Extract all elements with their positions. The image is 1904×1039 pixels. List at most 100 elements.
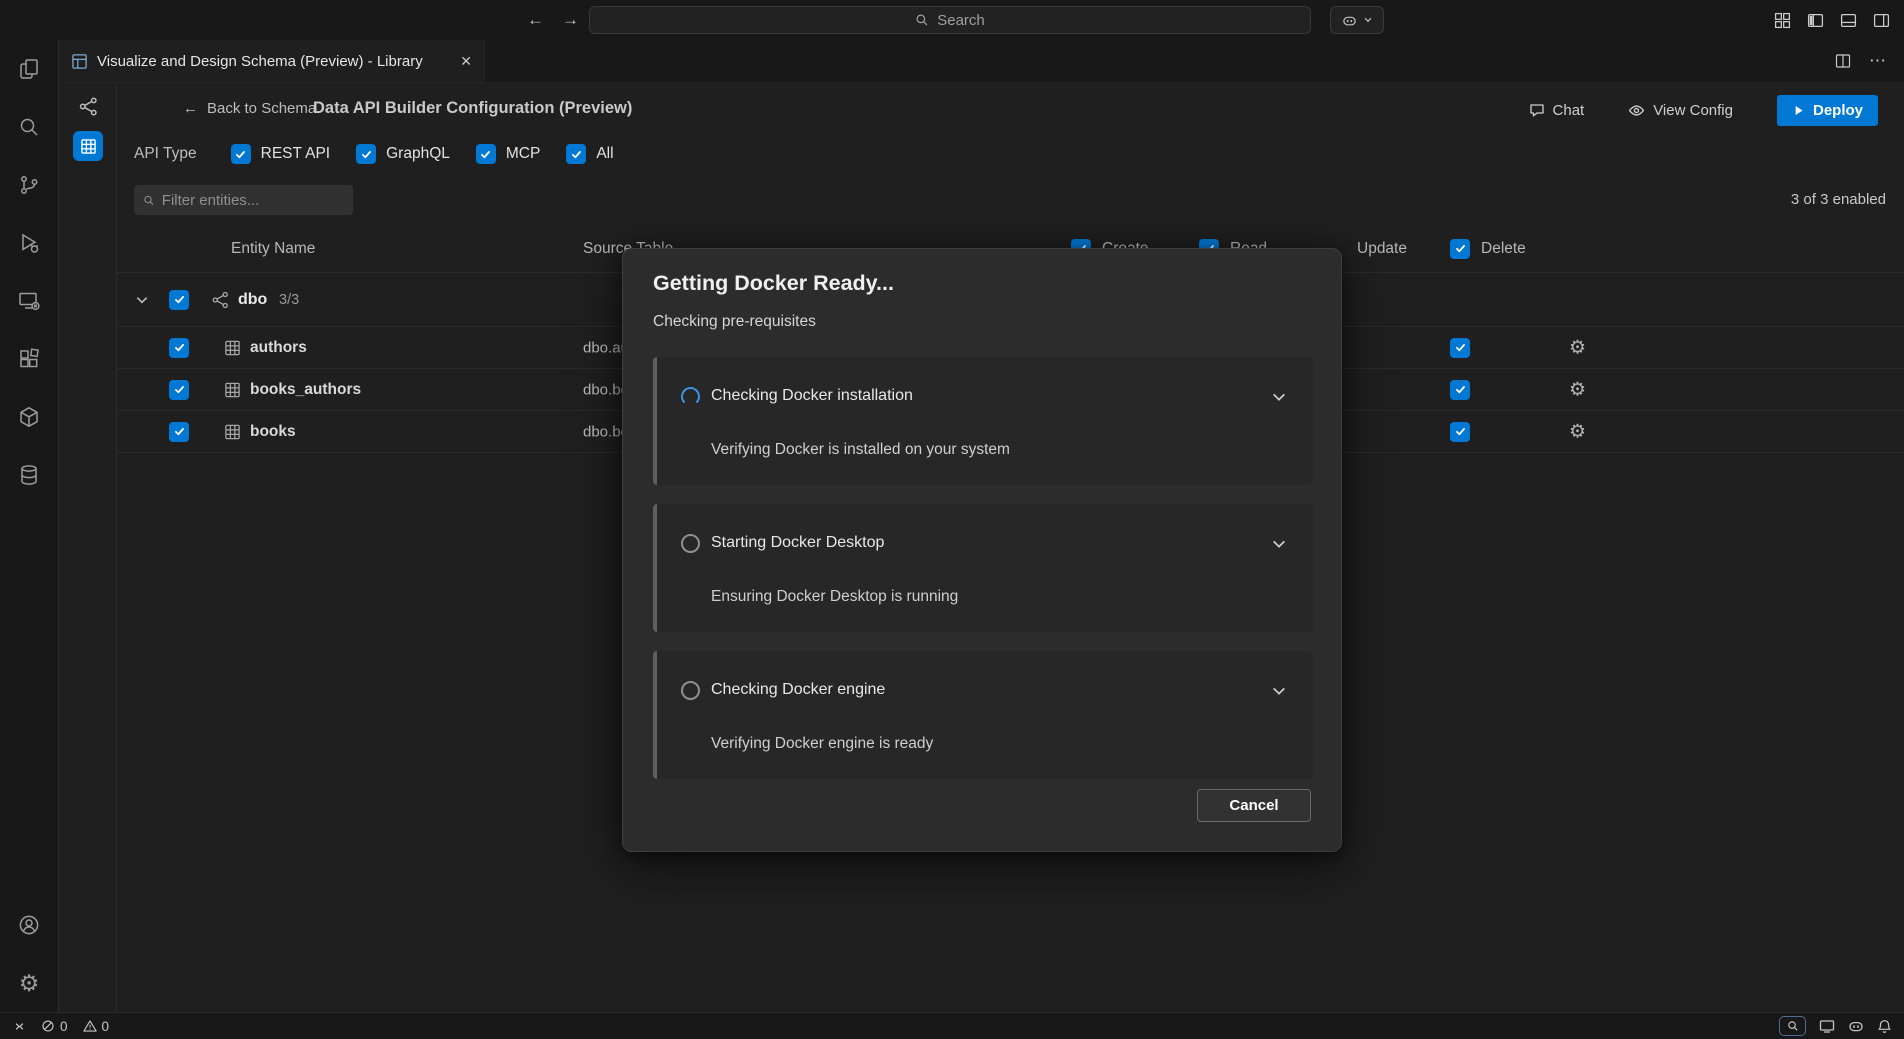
docker-step-desktop: Starting Docker Desktop Ensuring Docker … — [653, 504, 1313, 632]
back-to-schema-button[interactable]: ← Back to Schema — [183, 100, 316, 117]
account-icon — [17, 913, 41, 937]
api-option-all: All — [566, 144, 613, 164]
database-icon — [17, 463, 41, 487]
step-title: Checking Docker installation — [711, 387, 913, 405]
row-settings-gear-icon[interactable]: ⚙ — [1569, 422, 1586, 441]
activity-item-remote-explorer[interactable] — [0, 272, 58, 330]
chevron-down-icon[interactable] — [1271, 536, 1287, 552]
cancel-button[interactable]: Cancel — [1197, 789, 1311, 822]
column-entity-name: Entity Name — [231, 240, 315, 258]
mcp-checkbox[interactable] — [476, 144, 496, 164]
design-schema-tab-icon — [71, 53, 88, 70]
problems-status[interactable]: 0 0 — [41, 1019, 109, 1034]
close-icon[interactable]: ✕ — [460, 53, 472, 70]
customize-layout-icon[interactable] — [1774, 12, 1791, 29]
split-editor-icon[interactable] — [1835, 53, 1851, 69]
activity-item-run-debug[interactable] — [0, 214, 58, 272]
copilot-menu-button[interactable] — [1330, 6, 1384, 34]
view-switcher-strip — [59, 83, 117, 1012]
back-label: Back to Schema — [207, 100, 316, 117]
deploy-button[interactable]: Deploy — [1777, 95, 1878, 126]
group-checkbox[interactable] — [169, 290, 189, 310]
search-icon — [17, 115, 41, 139]
api-option-rest: REST API — [231, 144, 331, 164]
column-delete-checkbox[interactable] — [1450, 239, 1470, 259]
source-control-icon — [17, 173, 41, 197]
row-settings-gear-icon[interactable]: ⚙ — [1569, 338, 1586, 357]
command-center-search[interactable]: Search — [589, 6, 1311, 34]
forward-arrow-icon[interactable]: → — [562, 10, 579, 30]
remote-indicator-icon[interactable] — [12, 1019, 27, 1034]
zoom-indicator[interactable] — [1779, 1016, 1806, 1036]
screencast-icon[interactable] — [1819, 1018, 1835, 1034]
docker-step-installation: Checking Docker installation Verifying D… — [653, 357, 1313, 485]
activity-item-database[interactable] — [0, 446, 58, 504]
docker-step-engine: Checking Docker engine Verifying Docker … — [653, 651, 1313, 779]
activity-item-settings[interactable]: ⚙ — [0, 954, 58, 1012]
chevron-down-icon[interactable] — [135, 293, 149, 307]
eye-icon — [1628, 102, 1645, 119]
schema-view-button[interactable] — [73, 91, 103, 121]
docker-ready-dialog: Getting Docker Ready... Checking pre-req… — [622, 248, 1342, 852]
row-settings-gear-icon[interactable]: ⚙ — [1569, 380, 1586, 399]
warning-count: 0 — [102, 1019, 110, 1034]
dialog-title: Getting Docker Ready... — [653, 271, 894, 296]
chevron-down-icon[interactable] — [1271, 389, 1287, 405]
row-checkbox[interactable] — [169, 422, 189, 442]
rest-api-label: REST API — [261, 145, 331, 163]
error-count: 0 — [60, 1019, 68, 1034]
search-label: Search — [937, 12, 985, 29]
graphql-label: GraphQL — [386, 145, 450, 163]
more-actions-icon[interactable]: ⋯ — [1869, 51, 1886, 71]
chevron-down-icon[interactable] — [1271, 683, 1287, 699]
remote-monitor-icon — [17, 289, 41, 313]
chat-bubble-icon — [1529, 102, 1545, 118]
enabled-summary: 3 of 3 enabled — [1791, 191, 1886, 208]
activity-item-account[interactable] — [0, 896, 58, 954]
entity-name: books — [250, 423, 296, 441]
dialog-subtitle: Checking pre-requisites — [653, 313, 816, 331]
table-config-view-button[interactable] — [73, 131, 103, 161]
play-icon — [1792, 104, 1805, 117]
toggle-sidebar-left-icon[interactable] — [1807, 12, 1824, 29]
table-icon — [224, 423, 241, 440]
zoom-magnifier-icon — [1787, 1020, 1799, 1032]
api-option-graphql: GraphQL — [356, 144, 450, 164]
chevron-down-icon — [1363, 15, 1373, 25]
delete-checkbox[interactable] — [1450, 422, 1470, 442]
bell-icon[interactable] — [1877, 1019, 1892, 1034]
view-config-button[interactable]: View Config — [1628, 102, 1733, 119]
filter-entities-input[interactable] — [162, 192, 344, 209]
pending-circle-icon — [681, 534, 700, 553]
all-checkbox[interactable] — [566, 144, 586, 164]
view-config-label: View Config — [1653, 102, 1733, 119]
delete-checkbox[interactable] — [1450, 380, 1470, 400]
filter-box — [134, 185, 353, 215]
activity-item-extensions[interactable] — [0, 330, 58, 388]
table-icon — [224, 381, 241, 398]
activity-item-containers[interactable] — [0, 388, 58, 446]
toggle-panel-icon[interactable] — [1840, 12, 1857, 29]
activity-item-explorer[interactable] — [0, 40, 58, 98]
activity-item-source-control[interactable] — [0, 156, 58, 214]
delete-checkbox[interactable] — [1450, 338, 1470, 358]
history-nav: ← → — [527, 0, 579, 40]
spinner-icon — [681, 387, 700, 406]
chat-button[interactable]: Chat — [1529, 102, 1585, 119]
package-cube-icon — [17, 405, 41, 429]
rest-api-checkbox[interactable] — [231, 144, 251, 164]
schema-icon — [78, 96, 99, 117]
back-arrow-icon[interactable]: ← — [527, 10, 544, 30]
chat-label: Chat — [1553, 102, 1585, 119]
grid-icon — [80, 138, 97, 155]
copilot-icon[interactable] — [1848, 1018, 1864, 1034]
row-checkbox[interactable] — [169, 338, 189, 358]
toggle-sidebar-right-icon[interactable] — [1873, 12, 1890, 29]
graphql-checkbox[interactable] — [356, 144, 376, 164]
editor-tab[interactable]: Visualize and Design Schema (Preview) - … — [59, 40, 485, 82]
row-checkbox[interactable] — [169, 380, 189, 400]
column-delete: Delete — [1481, 240, 1526, 258]
activity-item-search[interactable] — [0, 98, 58, 156]
copilot-icon — [1342, 13, 1357, 28]
gear-icon: ⚙ — [19, 972, 40, 995]
